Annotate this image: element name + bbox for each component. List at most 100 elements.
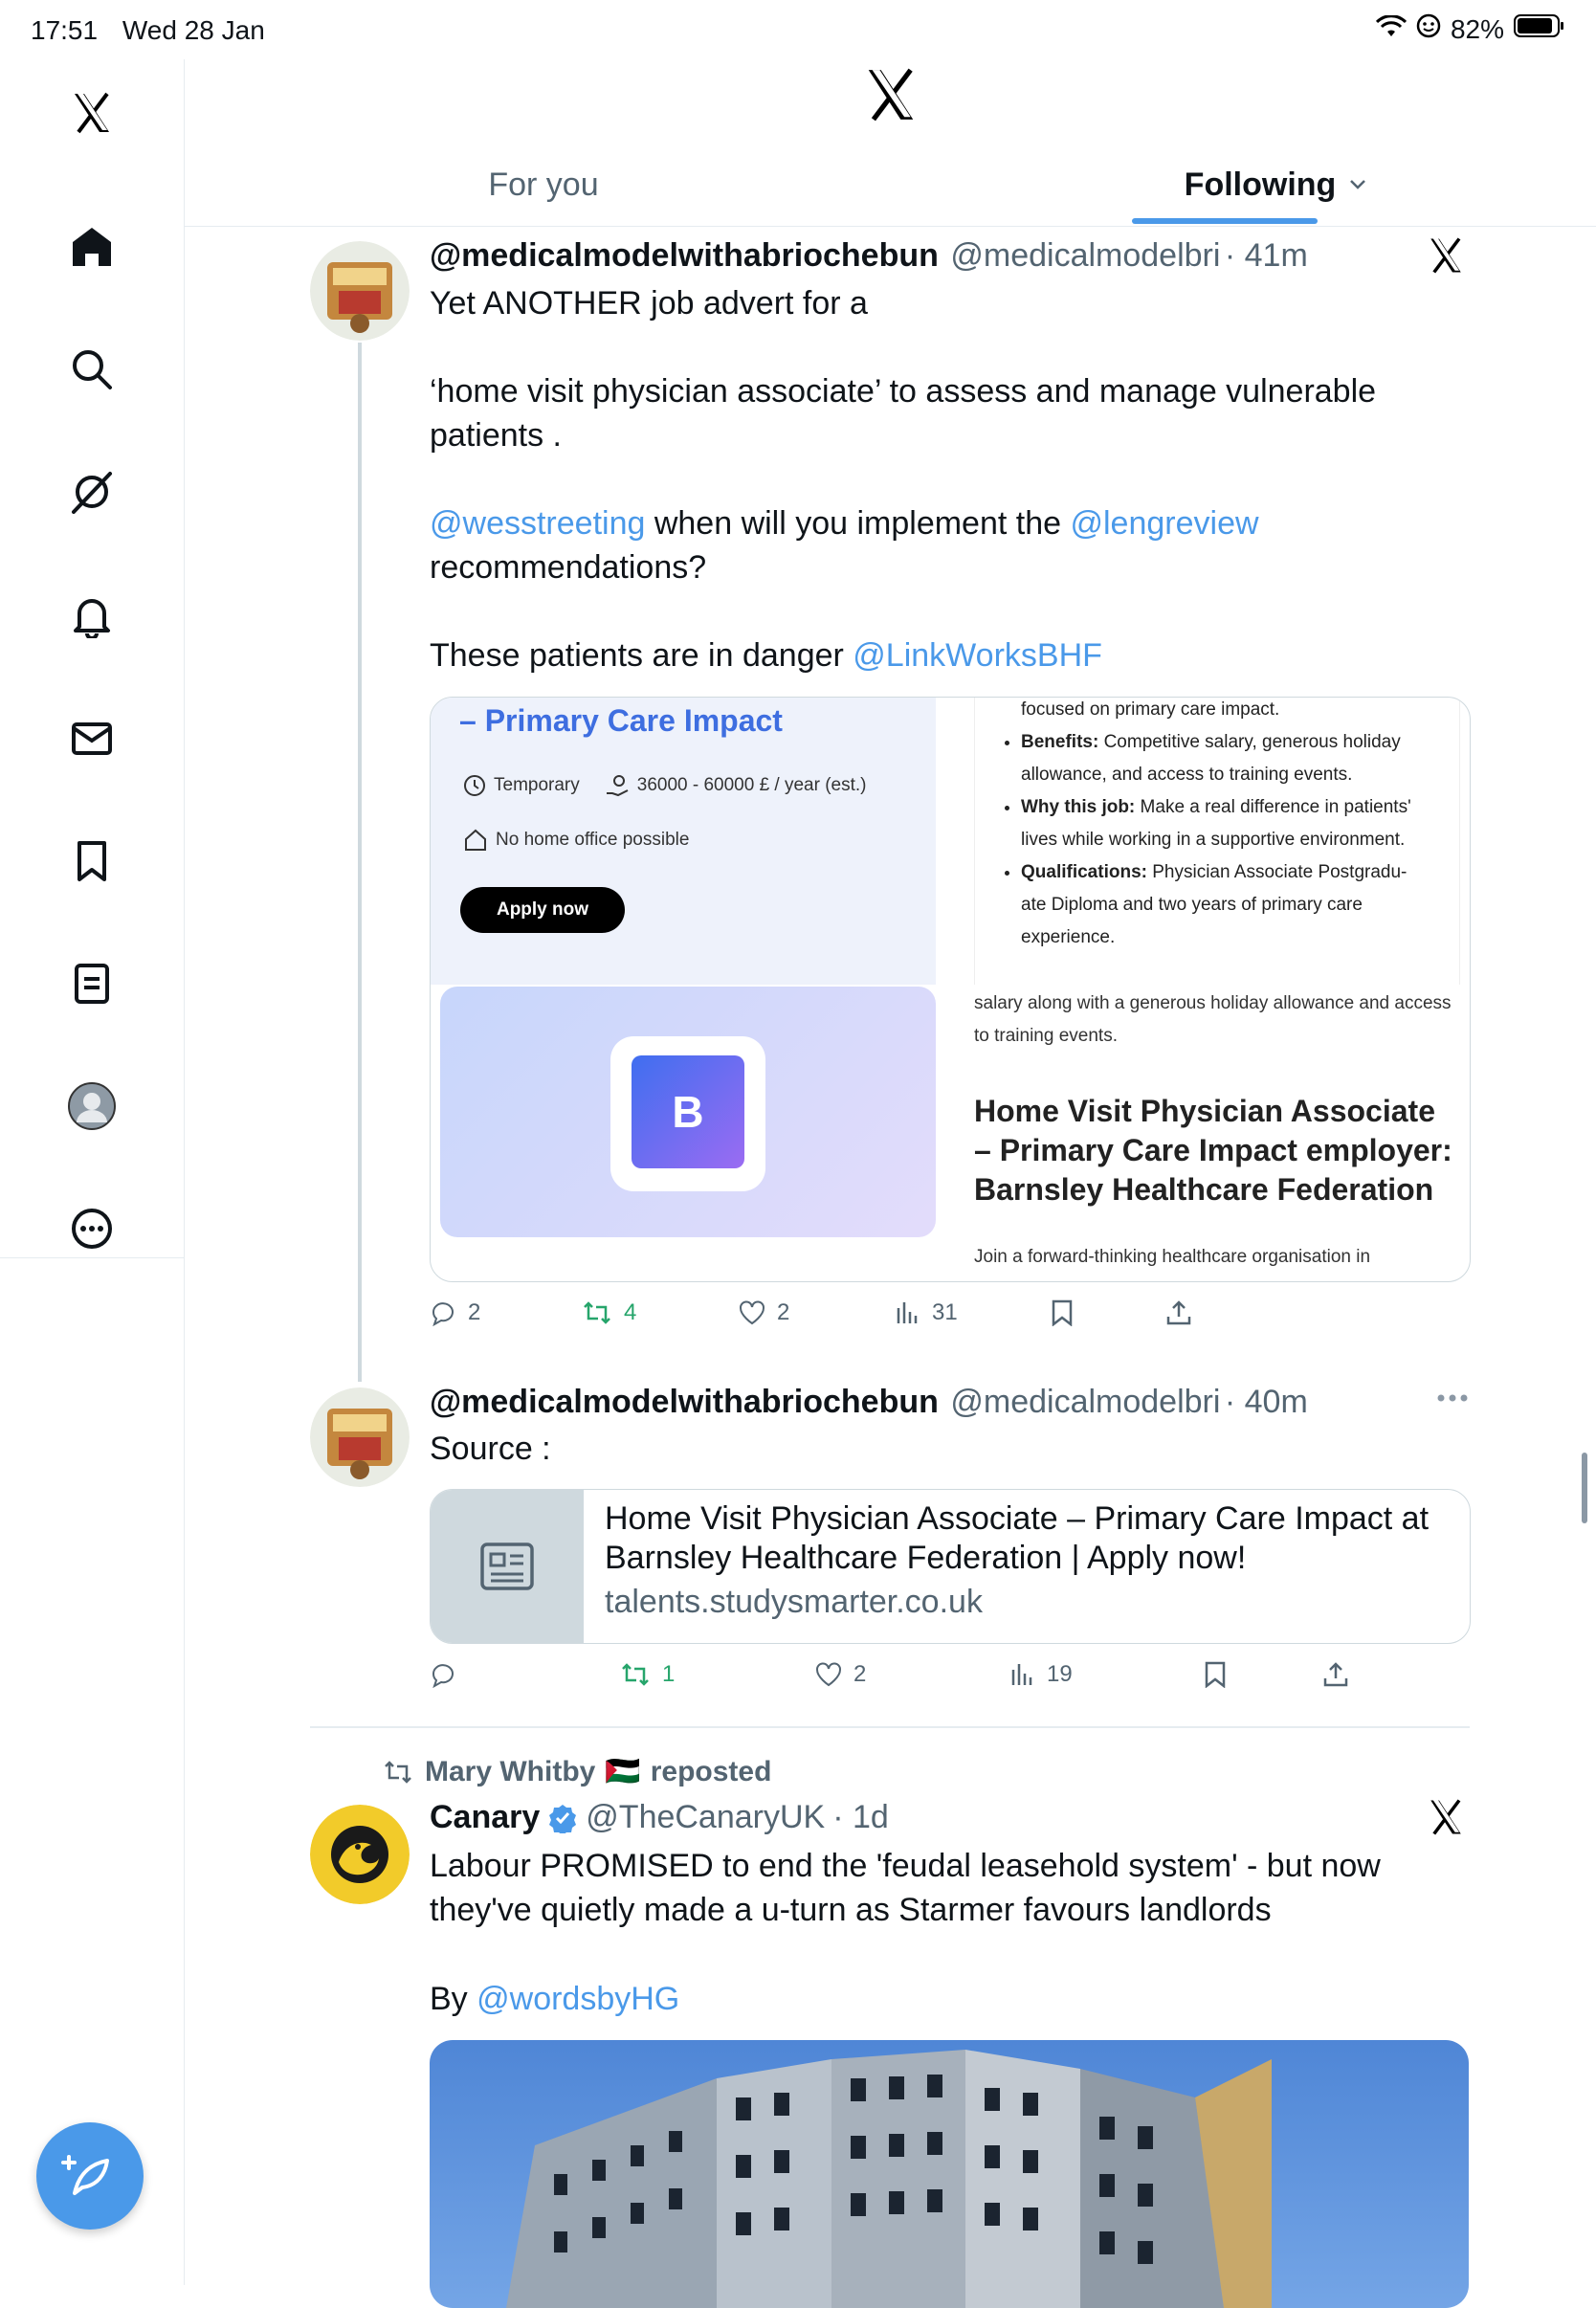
- salary-note: salary along with a generous holiday all…: [974, 993, 1452, 1046]
- mention-link[interactable]: @lengreview: [1070, 505, 1258, 542]
- avatar[interactable]: [310, 1387, 410, 1487]
- tweet-author-name[interactable]: Canary: [430, 1799, 540, 1836]
- reply-icon: [432, 1664, 454, 1688]
- active-tab-indicator: [1132, 218, 1318, 224]
- tweet-header: Canary @TheCanaryUK · 1d: [430, 1799, 889, 1836]
- tweet-header: @medicalmodelwithabriochebun @medicalmod…: [430, 237, 1434, 275]
- focus-face-icon: [1416, 13, 1441, 45]
- home-icon[interactable]: [57, 212, 126, 281]
- grok-icon[interactable]: [57, 457, 126, 526]
- views-icon: [1011, 1664, 1032, 1685]
- battery-icon: [1514, 13, 1565, 45]
- repost-icon: [385, 1760, 411, 1784]
- status-date: Wed 28 Jan: [122, 15, 265, 45]
- search-icon[interactable]: [57, 335, 126, 404]
- views-button[interactable]: 31: [896, 1299, 958, 1326]
- tweet-author-handle[interactable]: @medicalmodelbri: [950, 1384, 1220, 1420]
- house-icon: [465, 829, 486, 851]
- clock-icon: [464, 775, 485, 796]
- scrollbar-thumb[interactable]: [1582, 1453, 1587, 1523]
- avatar[interactable]: [310, 1805, 410, 1904]
- tweet-time[interactable]: · 41m: [1225, 237, 1308, 274]
- more-icon[interactable]: [57, 1194, 126, 1263]
- verified-badge-icon: [549, 1804, 577, 1833]
- heart-icon: [740, 1300, 765, 1325]
- thread-line: [358, 343, 362, 1382]
- wifi-icon: [1375, 13, 1408, 45]
- tweet-time[interactable]: · 40m: [1225, 1384, 1308, 1420]
- battery-percent: 82%: [1450, 13, 1504, 44]
- profile-icon[interactable]: [57, 1072, 126, 1141]
- x-header-logo-icon[interactable]: [861, 65, 920, 124]
- tweet-author-handle[interactable]: @TheCanaryUK: [586, 1799, 825, 1836]
- views-icon: [897, 1302, 918, 1323]
- job-heading: Home Visit Physician Associate – Primary…: [974, 1094, 1452, 1207]
- tweet-body: Yet ANOTHER job advert for a ‘home visit…: [430, 285, 1377, 674]
- reply-button[interactable]: 2: [430, 1299, 480, 1326]
- tweet-author-handle[interactable]: @medicalmodelbri: [950, 237, 1220, 274]
- repost-icon: [622, 1663, 649, 1686]
- share-icon: [1166, 1300, 1191, 1325]
- repost-button[interactable]: 4: [582, 1299, 636, 1326]
- share-button[interactable]: [1165, 1299, 1192, 1326]
- bookmarks-icon[interactable]: [57, 827, 126, 896]
- mention-link[interactable]: @LinkWorksBHF: [853, 637, 1102, 674]
- like-button[interactable]: 2: [815, 1661, 866, 1688]
- bookmark-icon: [1052, 1299, 1073, 1326]
- grok-x-icon[interactable]: [1426, 1797, 1466, 1842]
- notifications-icon[interactable]: [57, 582, 126, 651]
- salary-icon: [606, 775, 629, 797]
- heart-icon: [816, 1662, 841, 1687]
- status-bar: 17:51 Wed 28 Jan 82%: [0, 0, 1596, 59]
- company-logo: B: [632, 1055, 744, 1168]
- views-button[interactable]: 19: [1010, 1661, 1073, 1688]
- bookmark-button[interactable]: [1204, 1661, 1227, 1688]
- share-button[interactable]: [1322, 1661, 1349, 1688]
- tweet-divider: [310, 1726, 1470, 1728]
- reply-button[interactable]: [430, 1661, 468, 1688]
- tweet-author-name[interactable]: @medicalmodelwithabriochebun: [430, 237, 939, 274]
- grok-x-icon[interactable]: [1426, 235, 1466, 280]
- tweet-author-name[interactable]: @medicalmodelwithabriochebun: [430, 1384, 939, 1420]
- tweet-media-image[interactable]: [430, 2040, 1469, 2308]
- lists-icon[interactable]: [57, 949, 126, 1018]
- link-preview-card[interactable]: Home Visit Physician Associate – Primary…: [430, 1489, 1471, 1644]
- repost-icon: [584, 1301, 610, 1324]
- article-icon: [431, 1490, 584, 1643]
- compose-button[interactable]: [36, 2122, 144, 2230]
- reply-icon: [432, 1302, 454, 1326]
- building-photo: [506, 2050, 1272, 2308]
- link-domain: talents.studysmarter.co.uk: [605, 1584, 983, 1620]
- link-title: Home Visit Physician Associate – Primary…: [605, 1500, 1430, 1576]
- tweet-media-image[interactable]: – Primary Care Impact Temporary 36000 - …: [430, 697, 1471, 1282]
- avatar[interactable]: [310, 241, 410, 341]
- tweet-time[interactable]: · 1d: [832, 1799, 889, 1836]
- timeline-tabs: For you Following: [185, 144, 1596, 227]
- messages-icon[interactable]: [57, 704, 126, 773]
- sidebar: [0, 59, 185, 2285]
- tab-for-you[interactable]: For you: [386, 144, 701, 226]
- tweet-body: Source :: [430, 1431, 551, 1467]
- repost-user[interactable]: Mary Whitby: [425, 1756, 595, 1788]
- like-button[interactable]: 2: [739, 1299, 789, 1326]
- tweet-body: Labour PROMISED to end the 'feudal lease…: [430, 1848, 1381, 1928]
- apply-now-button: Apply now: [460, 887, 625, 933]
- mention-link[interactable]: @wesstreeting: [430, 505, 645, 542]
- bookmark-button[interactable]: [1051, 1299, 1074, 1326]
- bookmark-icon: [1205, 1661, 1226, 1688]
- chevron-down-icon: [1350, 180, 1366, 189]
- repost-flag: 🇵🇸: [605, 1756, 641, 1787]
- company-banner: B: [440, 987, 936, 1237]
- repost-button[interactable]: 1: [620, 1661, 675, 1688]
- job-details-text: focused on primary care impact. Benefits…: [981, 698, 1421, 954]
- share-icon: [1323, 1662, 1348, 1687]
- job-intro: Join a forward-thinking healthcare organ…: [974, 1247, 1371, 1267]
- sidebar-divider: [0, 1257, 184, 1258]
- more-options-icon[interactable]: [1435, 1391, 1470, 1409]
- x-logo-icon[interactable]: [57, 78, 126, 147]
- repost-context: Mary Whitby 🇵🇸 reposted: [381, 1755, 771, 1788]
- job-title-fragment: – Primary Care Impact: [459, 703, 783, 738]
- tab-following[interactable]: Following: [1075, 144, 1476, 226]
- mention-link[interactable]: @wordsbyHG: [477, 1981, 679, 2017]
- compose-feather-icon: [61, 2155, 109, 2195]
